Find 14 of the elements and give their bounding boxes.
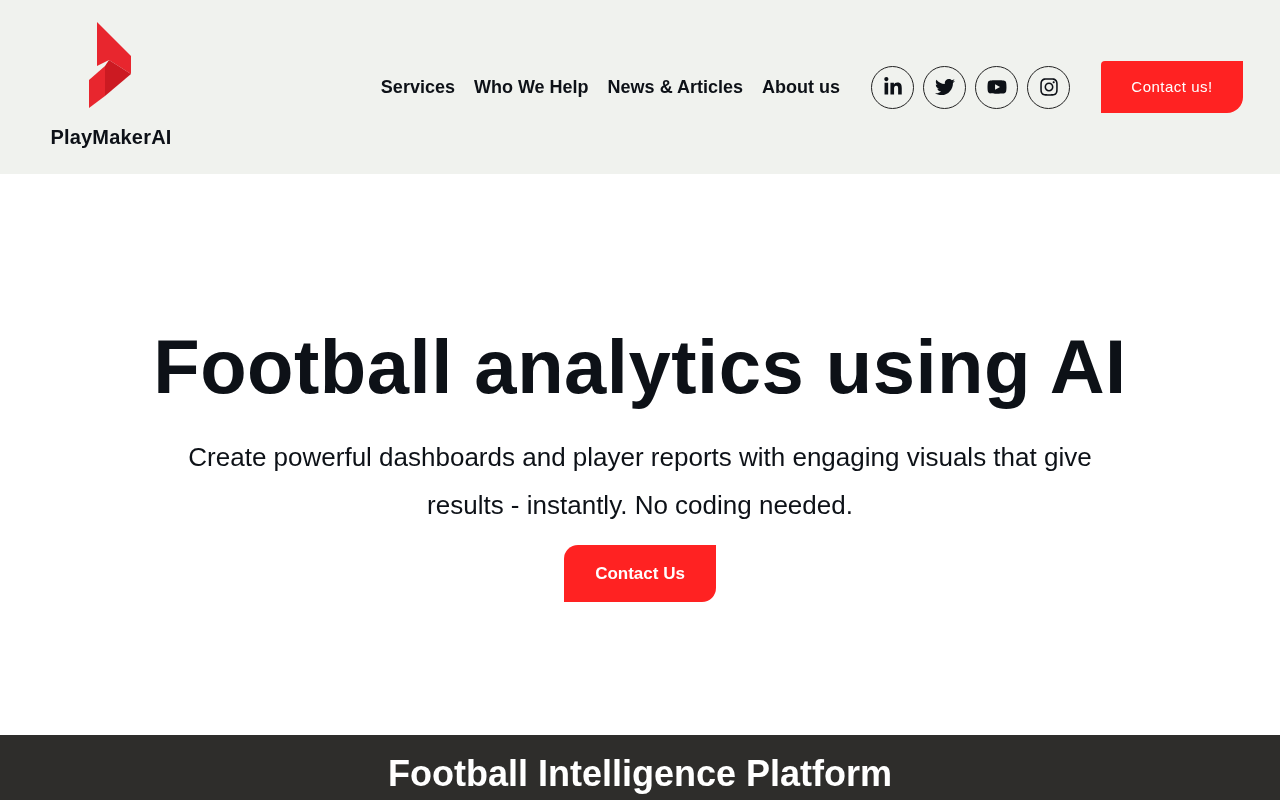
logo-text: PlayMakerAI [50,125,172,150]
section-title: Football Intelligence Platform [387,752,893,796]
linkedin-icon [882,77,903,97]
nav-link[interactable]: Who We Help [473,73,589,101]
contact-button[interactable]: Contact Us [564,545,716,602]
nav-link[interactable]: About us [762,73,840,101]
play-icon [986,77,1007,97]
hero-subtitle: Create powerful dashboards and player reports with engaging visuals that give results - instantly. No coding needed. [187,441,1093,522]
nav-link[interactable]: News & Articles [607,73,743,101]
contact-button[interactable]: Contact us! [1101,61,1243,113]
nav-link[interactable]: Services [380,73,455,101]
camera-icon [1038,77,1059,97]
logo-icon [89,22,133,110]
bird-icon [934,77,955,97]
